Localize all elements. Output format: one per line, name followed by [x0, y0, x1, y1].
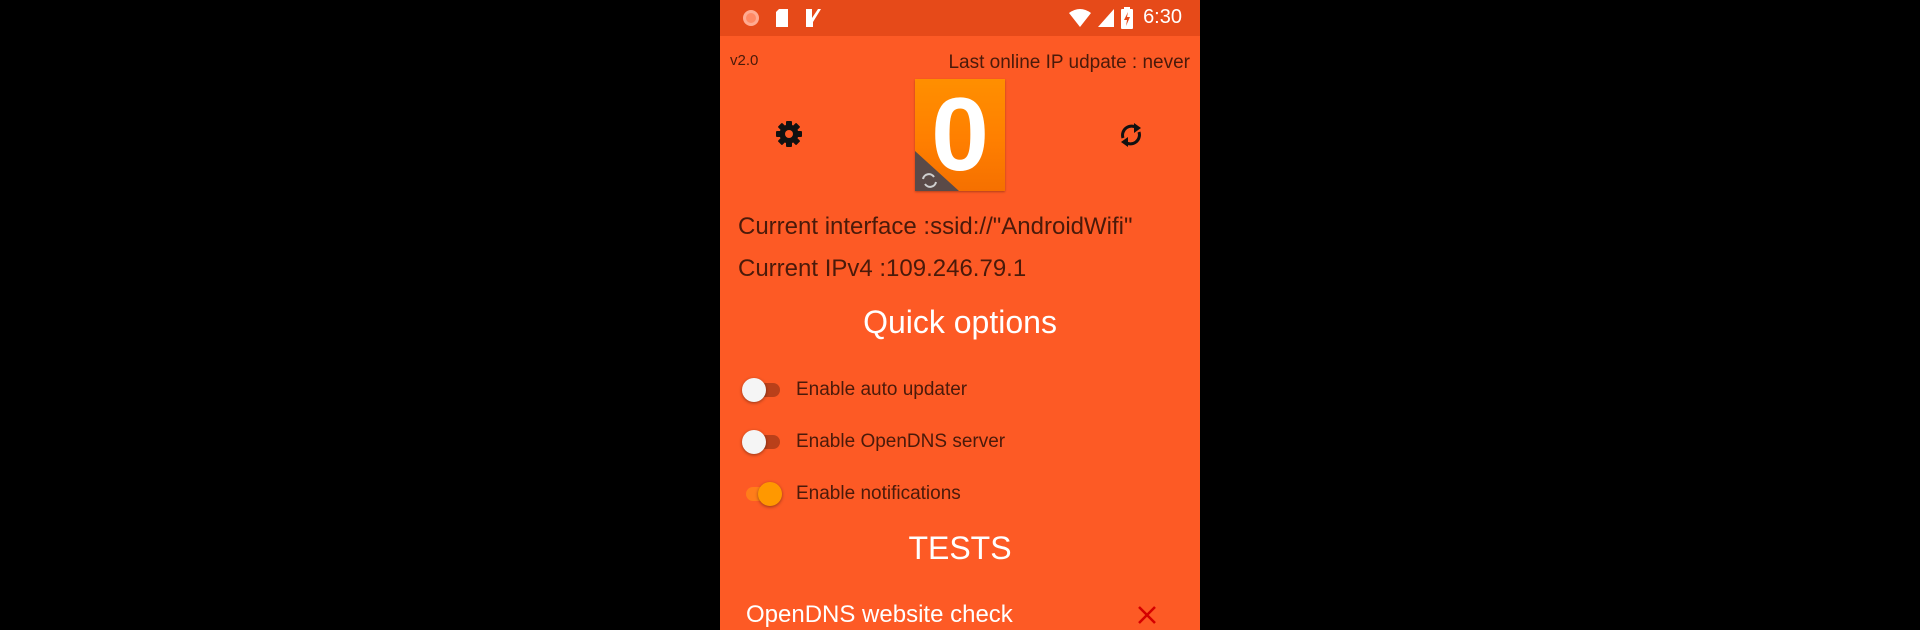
- status-left-icons: [742, 8, 822, 28]
- gear-icon: [776, 121, 802, 147]
- refresh-button[interactable]: [1116, 120, 1146, 155]
- fail-x-icon: [1138, 606, 1156, 624]
- settings-button[interactable]: [775, 120, 803, 153]
- option-label: Enable notifications: [796, 483, 961, 504]
- current-interface: Current interface :ssid://"AndroidWifi": [738, 213, 1133, 240]
- notifications-switch[interactable]: [742, 482, 782, 506]
- wifi-icon: [1069, 8, 1092, 27]
- status-bar: 6:30: [720, 0, 1200, 36]
- app-version: v2.0: [730, 52, 759, 69]
- test-opendns-website-check: OpenDNS website check: [746, 601, 1013, 628]
- option-label: Enable auto updater: [796, 379, 968, 400]
- auto-updater-switch[interactable]: [742, 378, 782, 402]
- app-screen: 6:30 v2.0 Last online IP udpate : never …: [720, 0, 1200, 630]
- logo-refresh-badge: [915, 151, 959, 191]
- record-icon: [743, 10, 759, 26]
- check-app-icon: [806, 9, 821, 27]
- sd-card-icon: [776, 9, 788, 27]
- option-label: Enable OpenDNS server: [796, 431, 1006, 452]
- quick-options-title: Quick options: [863, 304, 1057, 340]
- status-right-icons: 6:30: [1069, 6, 1182, 29]
- opendns-server-switch[interactable]: [742, 430, 782, 454]
- battery-icon: [1121, 6, 1134, 29]
- current-ipv4: Current IPv4 :109.246.79.1: [738, 255, 1027, 282]
- tests-title: TESTS: [908, 530, 1012, 566]
- last-update-text: Last online IP udpate : never: [948, 52, 1190, 73]
- option-opendns-server[interactable]: Enable OpenDNS server: [742, 430, 1005, 454]
- option-auto-updater[interactable]: Enable auto updater: [742, 378, 967, 402]
- option-notifications[interactable]: Enable notifications: [742, 482, 961, 506]
- status-clock: 6:30: [1143, 6, 1182, 28]
- refresh-icon: [1121, 123, 1141, 147]
- signal-icon: [1098, 8, 1115, 27]
- app-logo: 0: [915, 79, 1005, 191]
